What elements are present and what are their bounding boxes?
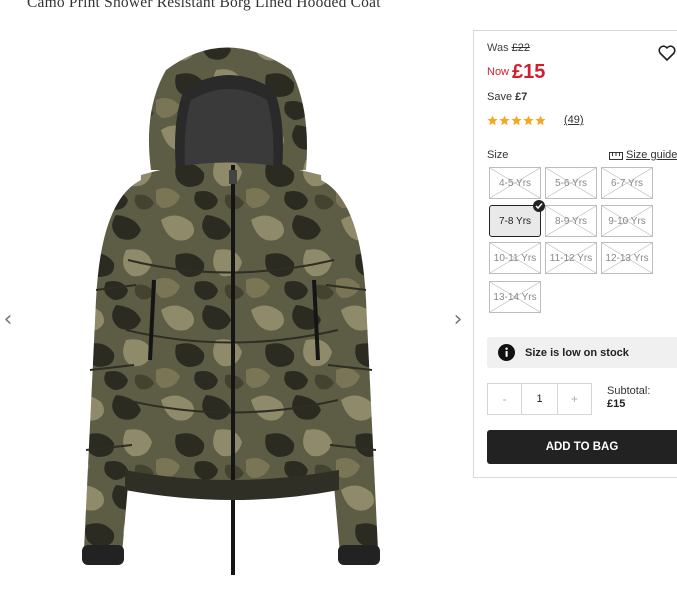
size-option[interactable]: 9-10 Yrs — [601, 205, 653, 237]
star-icon — [499, 115, 510, 126]
size-option[interactable]: 10-11 Yrs — [489, 242, 541, 274]
size-option-label: 13-14 Yrs — [493, 291, 537, 303]
previous-image-button[interactable]: ‹ — [1, 309, 15, 331]
add-to-bag-button[interactable]: ADD TO BAG — [487, 430, 677, 464]
info-icon — [498, 344, 515, 361]
increase-quantity-button[interactable]: + — [558, 384, 591, 414]
was-price: Was £22 — [487, 42, 530, 54]
size-option-label: 9-10 Yrs — [608, 215, 646, 227]
save-amount: Save £7 — [487, 91, 527, 103]
size-option-label: 10-11 Yrs — [493, 252, 537, 264]
heart-icon[interactable] — [657, 43, 677, 63]
now-label: Now — [487, 66, 510, 78]
reviews-link[interactable]: (49) — [564, 114, 584, 126]
star-icon — [523, 115, 534, 126]
now-price: Now £15 — [487, 61, 545, 84]
product-title: Camo Print Shower Resistant Borg Lined H… — [27, 0, 381, 11]
size-option[interactable]: 13-14 Yrs — [489, 281, 541, 313]
subtotal-value: £15 — [607, 398, 626, 410]
size-option-label: 12-13 Yrs — [605, 252, 649, 264]
star-icon — [535, 115, 546, 126]
size-label: Size — [487, 149, 509, 161]
save-label: Save — [487, 91, 513, 103]
product-image — [82, 47, 380, 575]
size-option[interactable]: 5-6 Yrs — [545, 167, 597, 199]
size-option-label: 4-5 Yrs — [498, 177, 532, 189]
stock-message: Size is low on stock — [525, 346, 629, 359]
decrease-quantity-button[interactable]: - — [488, 384, 521, 414]
subtotal: Subtotal: £15 — [607, 385, 650, 411]
now-value: £15 — [512, 61, 546, 83]
size-option[interactable]: 12-13 Yrs — [601, 242, 653, 274]
size-option[interactable]: 4-5 Yrs — [489, 167, 541, 199]
next-image-button[interactable]: › — [451, 309, 465, 331]
size-option[interactable]: 11-12 Yrs — [545, 242, 597, 274]
size-option[interactable]: 8-9 Yrs — [545, 205, 597, 237]
quantity-stepper: - 1 + — [487, 383, 592, 415]
size-option-label: 5-6 Yrs — [554, 177, 588, 189]
size-option-label: 8-9 Yrs — [554, 215, 588, 227]
size-guide-link[interactable]: Size guide — [609, 149, 677, 161]
size-option-label: 11-12 Yrs — [549, 252, 593, 264]
was-label: Was — [487, 42, 509, 54]
size-option[interactable]: 7-8 Yrs — [489, 205, 541, 237]
save-value: £7 — [515, 91, 528, 103]
ruler-icon — [609, 152, 623, 160]
stock-notice: Size is low on stock — [487, 337, 677, 368]
rating-stars — [487, 115, 546, 126]
check-icon — [533, 200, 545, 212]
star-icon — [487, 115, 498, 126]
quantity-value[interactable]: 1 — [521, 384, 558, 414]
size-guide-label: Size guide — [626, 149, 677, 161]
size-option[interactable]: 6-7 Yrs — [601, 167, 653, 199]
size-option-label: 7-8 Yrs — [498, 215, 532, 227]
star-icon — [511, 115, 522, 126]
size-option-label: 6-7 Yrs — [610, 177, 644, 189]
subtotal-label: Subtotal: — [607, 385, 651, 397]
was-value: £22 — [511, 42, 530, 54]
